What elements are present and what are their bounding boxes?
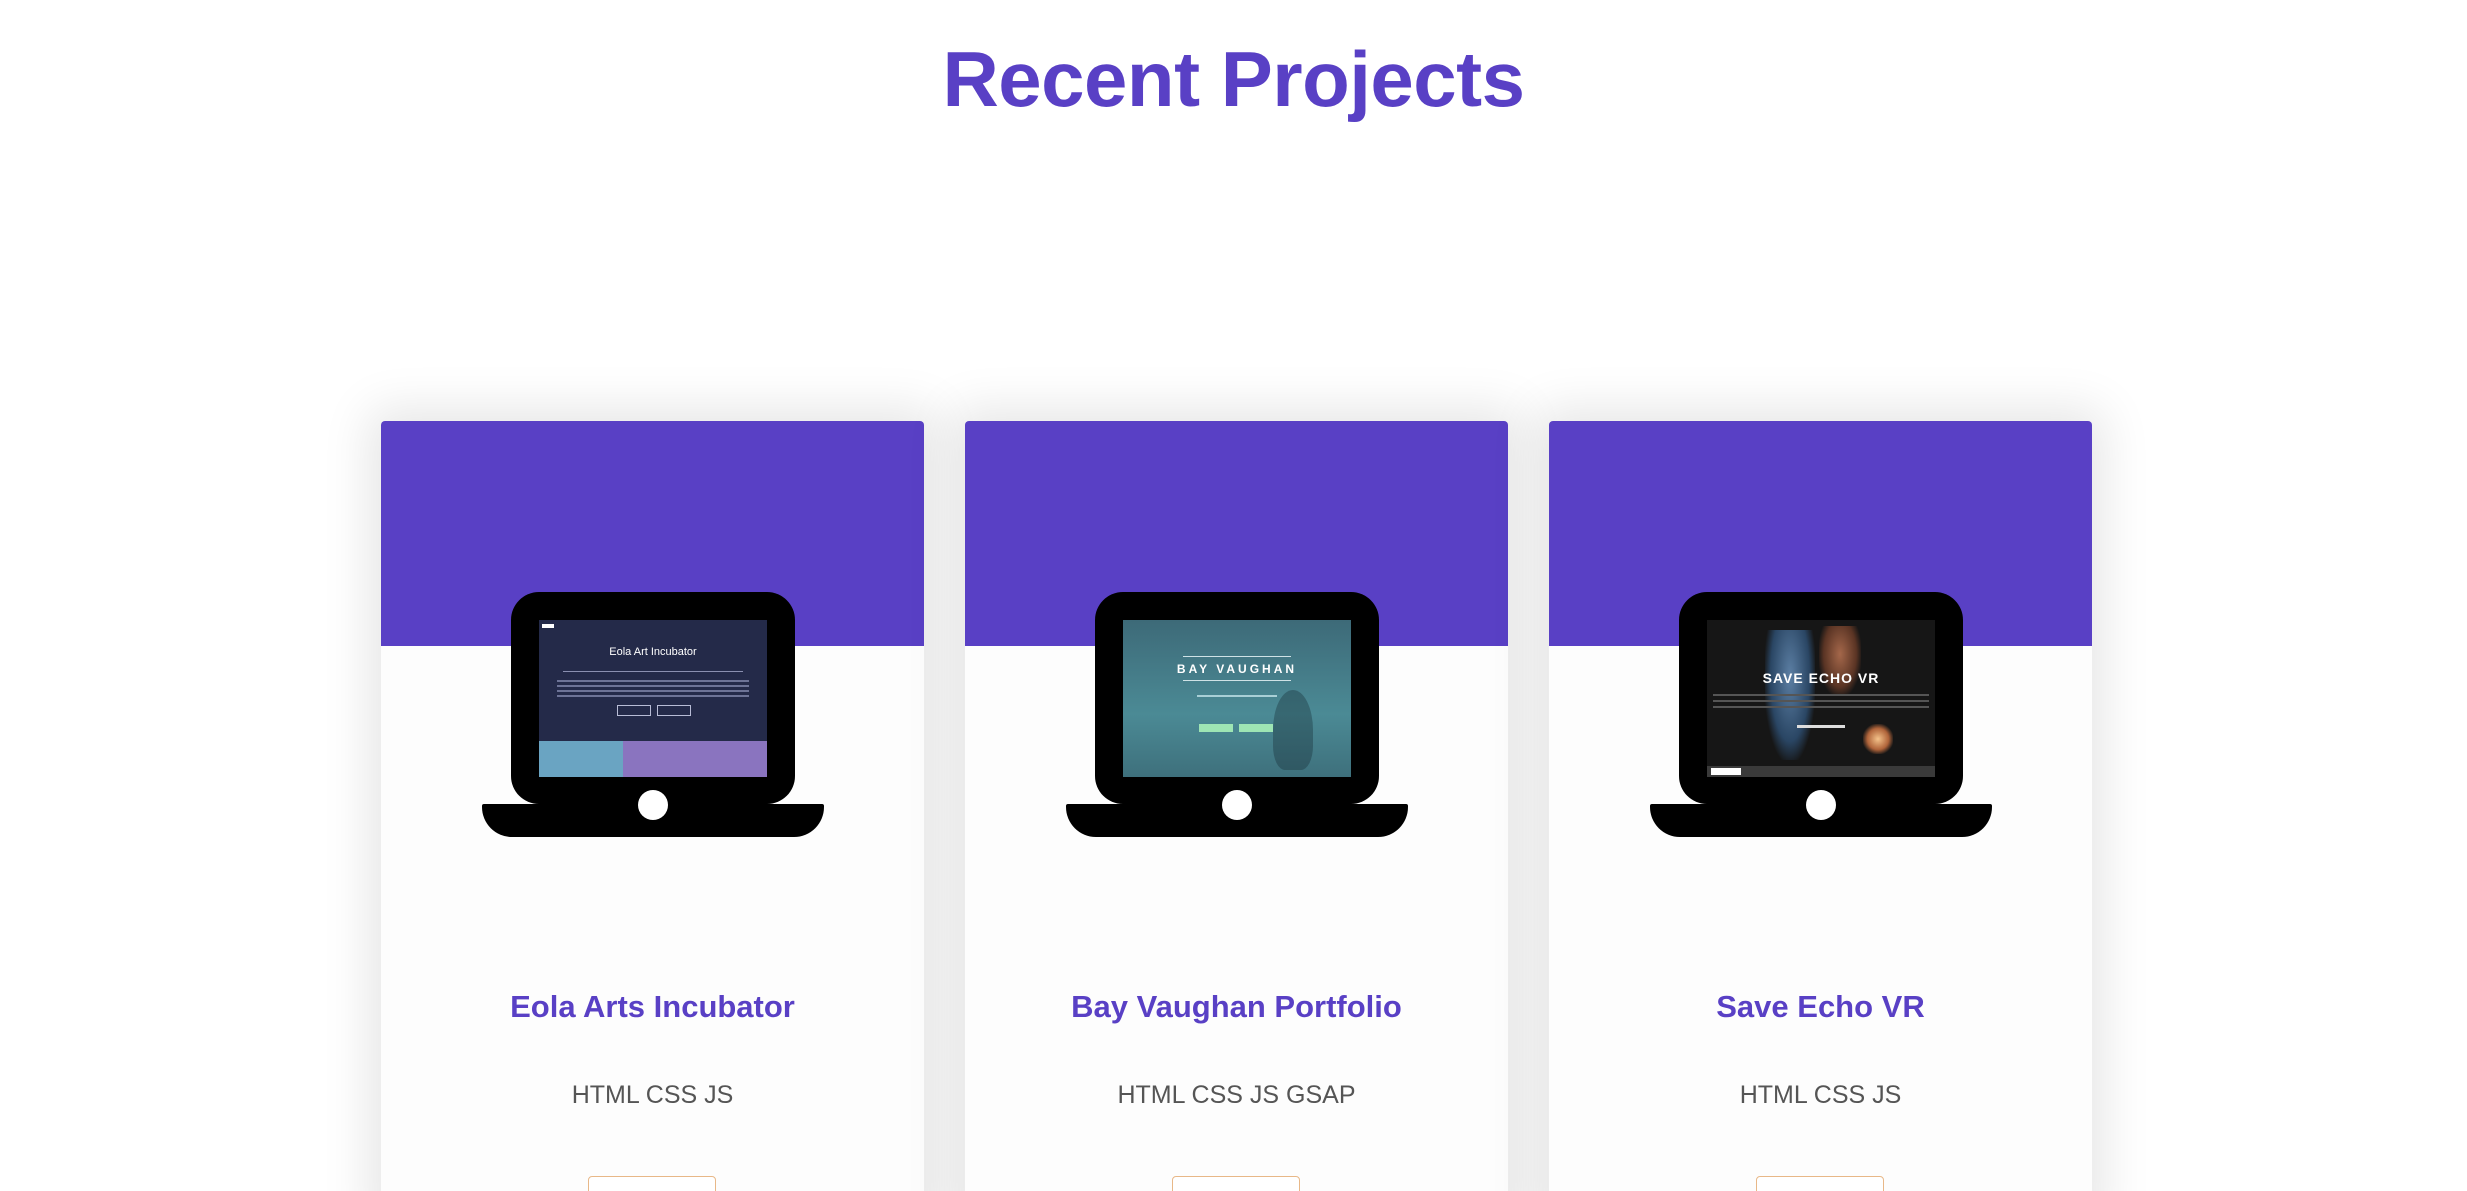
screenshot-divider (563, 671, 743, 672)
laptop-lid: BAY VAUGHAN (1095, 592, 1379, 804)
laptop-camera-dot (638, 790, 668, 820)
screenshot-text-line (1713, 706, 1929, 708)
screenshot-text-line (1713, 694, 1929, 696)
screenshot-button (1239, 724, 1273, 732)
project-screenshot: Eola Art Incubator (539, 620, 767, 777)
screenshot-text-line (1713, 700, 1929, 702)
screenshot-panel (539, 741, 623, 777)
laptop-lid: Eola Art Incubator (511, 592, 795, 804)
screenshot-bar-item (1711, 768, 1741, 775)
screenshot-text-line (557, 695, 749, 697)
screenshot-button (657, 705, 691, 716)
project-name: Save Echo VR (1716, 989, 1925, 1024)
project-name: Bay Vaughan Portfolio (1071, 989, 1402, 1024)
section-title: Recent Projects (942, 35, 1525, 123)
project-screenshot: BAY VAUGHAN (1123, 620, 1351, 777)
laptop-camera-dot (1806, 790, 1836, 820)
project-screenshot: SAVE ECHO VR (1707, 620, 1935, 777)
projects-page: Recent Projects Eola Art Incubator Eola … (0, 0, 2467, 1191)
screenshot-text-line (557, 680, 749, 682)
screenshot-title: Eola Art Incubator (609, 646, 697, 658)
screenshot-orb (1863, 724, 1893, 754)
screenshot-text-line (557, 685, 749, 687)
screenshot-divider (1183, 680, 1291, 681)
screenshot-button (1199, 724, 1233, 732)
screenshot-logo (542, 624, 554, 628)
project-name: Eola Arts Incubator (510, 989, 795, 1024)
view-project-button[interactable] (1756, 1176, 1884, 1191)
project-tech: HTML CSS JS GSAP (1117, 1081, 1356, 1109)
laptop-mockup: SAVE ECHO VR (1650, 592, 1992, 837)
screenshot-title: SAVE ECHO VR (1762, 670, 1880, 686)
project-card-eola[interactable]: Eola Art Incubator Eola Arts Incubator H… (381, 421, 924, 1191)
laptop-mockup: Eola Art Incubator (482, 592, 824, 837)
screenshot-divider (1183, 656, 1291, 657)
screenshot-cta (1797, 725, 1845, 728)
project-tech: HTML CSS JS (1739, 1081, 1902, 1109)
laptop-lid: SAVE ECHO VR (1679, 592, 1963, 804)
project-card-bay-vaughan[interactable]: BAY VAUGHAN Bay Vaughan Portfolio HTML C… (965, 421, 1508, 1191)
project-tech: HTML CSS JS (571, 1081, 734, 1109)
screenshot-figure (1273, 690, 1313, 770)
screenshot-subtitle (1197, 695, 1277, 697)
screenshot-bottom-bar (1707, 766, 1935, 777)
project-card-save-echo-vr[interactable]: SAVE ECHO VR Save Echo VR HTML CSS JS (1549, 421, 2092, 1191)
screenshot-title: BAY VAUGHAN (1176, 662, 1298, 676)
laptop-camera-dot (1222, 790, 1252, 820)
screenshot-panel (623, 741, 767, 777)
view-project-button[interactable] (588, 1176, 716, 1191)
screenshot-text-line (557, 690, 749, 692)
screenshot-button (617, 705, 651, 716)
laptop-mockup: BAY VAUGHAN (1066, 592, 1408, 837)
view-project-button[interactable] (1172, 1176, 1300, 1191)
